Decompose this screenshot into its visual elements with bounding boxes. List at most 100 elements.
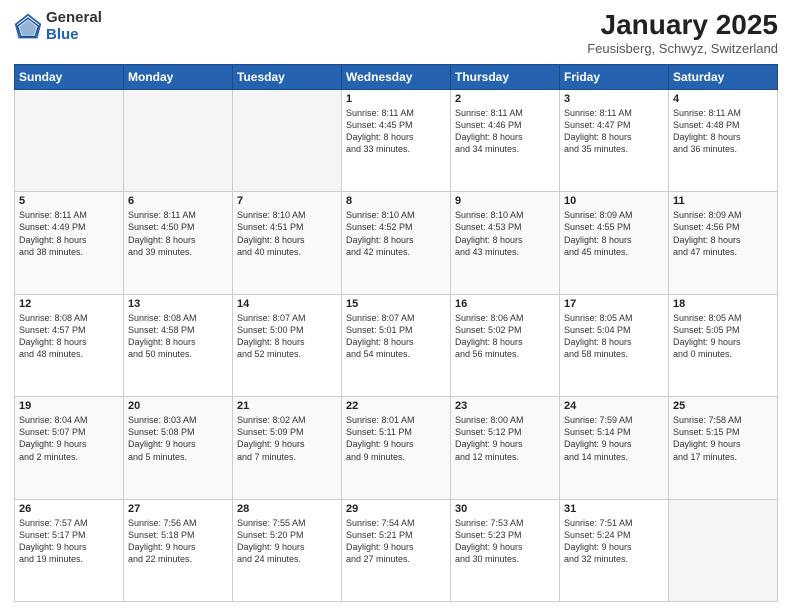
day-number: 7 (237, 195, 337, 207)
day-header-wednesday: Wednesday (342, 64, 451, 89)
day-header-monday: Monday (124, 64, 233, 89)
day-header-tuesday: Tuesday (233, 64, 342, 89)
calendar-cell: 9Sunrise: 8:10 AMSunset: 4:53 PMDaylight… (451, 192, 560, 294)
calendar-cell: 2 Sunrise: 8:11 AMSunset: 4:46 PMDaylight… (451, 89, 560, 191)
day-info: Sunrise: 7:53 AMSunset: 5:23 PMDaylight:… (455, 517, 555, 566)
calendar-cell: 13 Sunrise: 8:08 AMSunset: 4:58 PMDayligh… (124, 294, 233, 396)
day-number: 16 (455, 298, 555, 310)
day-info: Sunrise: 7:58 AMSunset: 5:15 PMDaylight:… (673, 414, 773, 463)
calendar-cell: 24Sunrise: 7:59 AMSunset: 5:14 PMDayligh… (560, 397, 669, 499)
calendar-cell (124, 89, 233, 191)
calendar-cell: 12 Sunrise: 8:08 AMSunset: 4:57 PMDayligh… (15, 294, 124, 396)
calendar-cell: 26 Sunrise: 7:57 AMSunset: 5:17 PMDayligh… (15, 499, 124, 601)
calendar-cell: 31Sunrise: 7:51 AMSunset: 5:24 PMDayligh… (560, 499, 669, 601)
calendar-cell: 6 Sunrise: 8:11 AMSunset: 4:50 PMDaylight… (124, 192, 233, 294)
day-number: 10 (564, 195, 664, 207)
calendar-cell: 5 Sunrise: 8:11 AMSunset: 4:49 PMDaylight… (15, 192, 124, 294)
day-info: Sunrise: 8:08 AMSunset: 4:58 PMDaylight:… (128, 312, 228, 361)
day-info: Sunrise: 8:11 AMSunset: 4:49 PMDaylight:… (19, 209, 119, 258)
day-number: 4 (673, 93, 773, 105)
day-number: 26 (19, 503, 119, 515)
calendar: SundayMondayTuesdayWednesdayThursdayFrid… (14, 64, 778, 602)
day-number: 24 (564, 400, 664, 412)
day-info: Sunrise: 8:10 AMSunset: 4:51 PMDaylight:… (237, 209, 337, 258)
day-number: 12 (19, 298, 119, 310)
calendar-cell (669, 499, 778, 601)
calendar-cell: 11 Sunrise: 8:09 AMSunset: 4:56 PMDayligh… (669, 192, 778, 294)
day-info: Sunrise: 8:11 AMSunset: 4:50 PMDaylight:… (128, 209, 228, 258)
day-header-sunday: Sunday (15, 64, 124, 89)
day-info: Sunrise: 7:56 AMSunset: 5:18 PMDaylight:… (128, 517, 228, 566)
day-info: Sunrise: 8:11 AMSunset: 4:46 PMDaylight:… (455, 107, 555, 156)
day-number: 23 (455, 400, 555, 412)
calendar-cell: 29Sunrise: 7:54 AMSunset: 5:21 PMDayligh… (342, 499, 451, 601)
calendar-cell: 14Sunrise: 8:07 AMSunset: 5:00 PMDayligh… (233, 294, 342, 396)
day-header-friday: Friday (560, 64, 669, 89)
day-info: Sunrise: 8:04 AMSunset: 5:07 PMDaylight:… (19, 414, 119, 463)
day-number: 2 (455, 93, 555, 105)
day-info: Sunrise: 8:01 AMSunset: 5:11 PMDaylight:… (346, 414, 446, 463)
day-header-saturday: Saturday (669, 64, 778, 89)
calendar-cell (233, 89, 342, 191)
day-info: Sunrise: 7:57 AMSunset: 5:17 PMDaylight:… (19, 517, 119, 566)
day-number: 3 (564, 93, 664, 105)
day-info: Sunrise: 8:11 AMSunset: 4:45 PMDaylight:… (346, 107, 446, 156)
logo-blue: Blue (46, 27, 102, 44)
day-number: 25 (673, 400, 773, 412)
day-info: Sunrise: 7:51 AMSunset: 5:24 PMDaylight:… (564, 517, 664, 566)
day-number: 11 (673, 195, 773, 207)
calendar-cell (15, 89, 124, 191)
calendar-cell: 4 Sunrise: 8:11 AMSunset: 4:48 PMDaylight… (669, 89, 778, 191)
day-number: 8 (346, 195, 446, 207)
calendar-cell: 27Sunrise: 7:56 AMSunset: 5:18 PMDayligh… (124, 499, 233, 601)
calendar-cell: 25 Sunrise: 7:58 AMSunset: 5:15 PMDayligh… (669, 397, 778, 499)
day-info: Sunrise: 8:02 AMSunset: 5:09 PMDaylight:… (237, 414, 337, 463)
calendar-cell: 22 Sunrise: 8:01 AMSunset: 5:11 PMDayligh… (342, 397, 451, 499)
day-number: 19 (19, 400, 119, 412)
calendar-cell: 23 Sunrise: 8:00 AMSunset: 5:12 PMDayligh… (451, 397, 560, 499)
day-info: Sunrise: 8:09 AMSunset: 4:56 PMDaylight:… (673, 209, 773, 258)
calendar-cell: 1 Sunrise: 8:11 AMSunset: 4:45 PMDaylight… (342, 89, 451, 191)
day-info: Sunrise: 8:05 AMSunset: 5:05 PMDaylight:… (673, 312, 773, 361)
calendar-header-row: SundayMondayTuesdayWednesdayThursdayFrid… (15, 64, 778, 89)
logo-text: General Blue (46, 10, 102, 43)
day-number: 22 (346, 400, 446, 412)
day-info: Sunrise: 8:03 AMSunset: 5:08 PMDaylight:… (128, 414, 228, 463)
calendar-week-row: 26 Sunrise: 7:57 AMSunset: 5:17 PMDayligh… (15, 499, 778, 601)
day-info: Sunrise: 8:09 AMSunset: 4:55 PMDaylight:… (564, 209, 664, 258)
calendar-cell: 18 Sunrise: 8:05 AMSunset: 5:05 PMDayligh… (669, 294, 778, 396)
day-header-thursday: Thursday (451, 64, 560, 89)
day-number: 20 (128, 400, 228, 412)
calendar-cell: 21 Sunrise: 8:02 AMSunset: 5:09 PMDayligh… (233, 397, 342, 499)
day-number: 21 (237, 400, 337, 412)
day-info: Sunrise: 8:06 AMSunset: 5:02 PMDaylight:… (455, 312, 555, 361)
day-info: Sunrise: 8:05 AMSunset: 5:04 PMDaylight:… (564, 312, 664, 361)
day-number: 9 (455, 195, 555, 207)
calendar-cell: 20 Sunrise: 8:03 AMSunset: 5:08 PMDayligh… (124, 397, 233, 499)
day-number: 30 (455, 503, 555, 515)
calendar-week-row: 1 Sunrise: 8:11 AMSunset: 4:45 PMDaylight… (15, 89, 778, 191)
day-info: Sunrise: 8:07 AMSunset: 5:01 PMDaylight:… (346, 312, 446, 361)
month-title: January 2025 (587, 10, 778, 41)
day-number: 5 (19, 195, 119, 207)
day-info: Sunrise: 8:08 AMSunset: 4:57 PMDaylight:… (19, 312, 119, 361)
calendar-cell: 19 Sunrise: 8:04 AMSunset: 5:07 PMDayligh… (15, 397, 124, 499)
page: General Blue January 2025 Feusisberg, Sc… (0, 0, 792, 612)
day-number: 13 (128, 298, 228, 310)
header: General Blue January 2025 Feusisberg, Sc… (14, 10, 778, 56)
logo-general: General (46, 10, 102, 27)
calendar-cell: 30 Sunrise: 7:53 AMSunset: 5:23 PMDayligh… (451, 499, 560, 601)
logo-icon (14, 13, 42, 41)
calendar-week-row: 12 Sunrise: 8:08 AMSunset: 4:57 PMDayligh… (15, 294, 778, 396)
day-info: Sunrise: 8:11 AMSunset: 4:48 PMDaylight:… (673, 107, 773, 156)
day-number: 1 (346, 93, 446, 105)
day-number: 6 (128, 195, 228, 207)
logo: General Blue (14, 10, 102, 43)
day-number: 18 (673, 298, 773, 310)
calendar-cell: 3Sunrise: 8:11 AMSunset: 4:47 PMDaylight… (560, 89, 669, 191)
calendar-cell: 10 Sunrise: 8:09 AMSunset: 4:55 PMDayligh… (560, 192, 669, 294)
calendar-cell: 8Sunrise: 8:10 AMSunset: 4:52 PMDaylight… (342, 192, 451, 294)
day-info: Sunrise: 7:54 AMSunset: 5:21 PMDaylight:… (346, 517, 446, 566)
calendar-cell: 7 Sunrise: 8:10 AMSunset: 4:51 PMDaylight… (233, 192, 342, 294)
day-info: Sunrise: 8:00 AMSunset: 5:12 PMDaylight:… (455, 414, 555, 463)
